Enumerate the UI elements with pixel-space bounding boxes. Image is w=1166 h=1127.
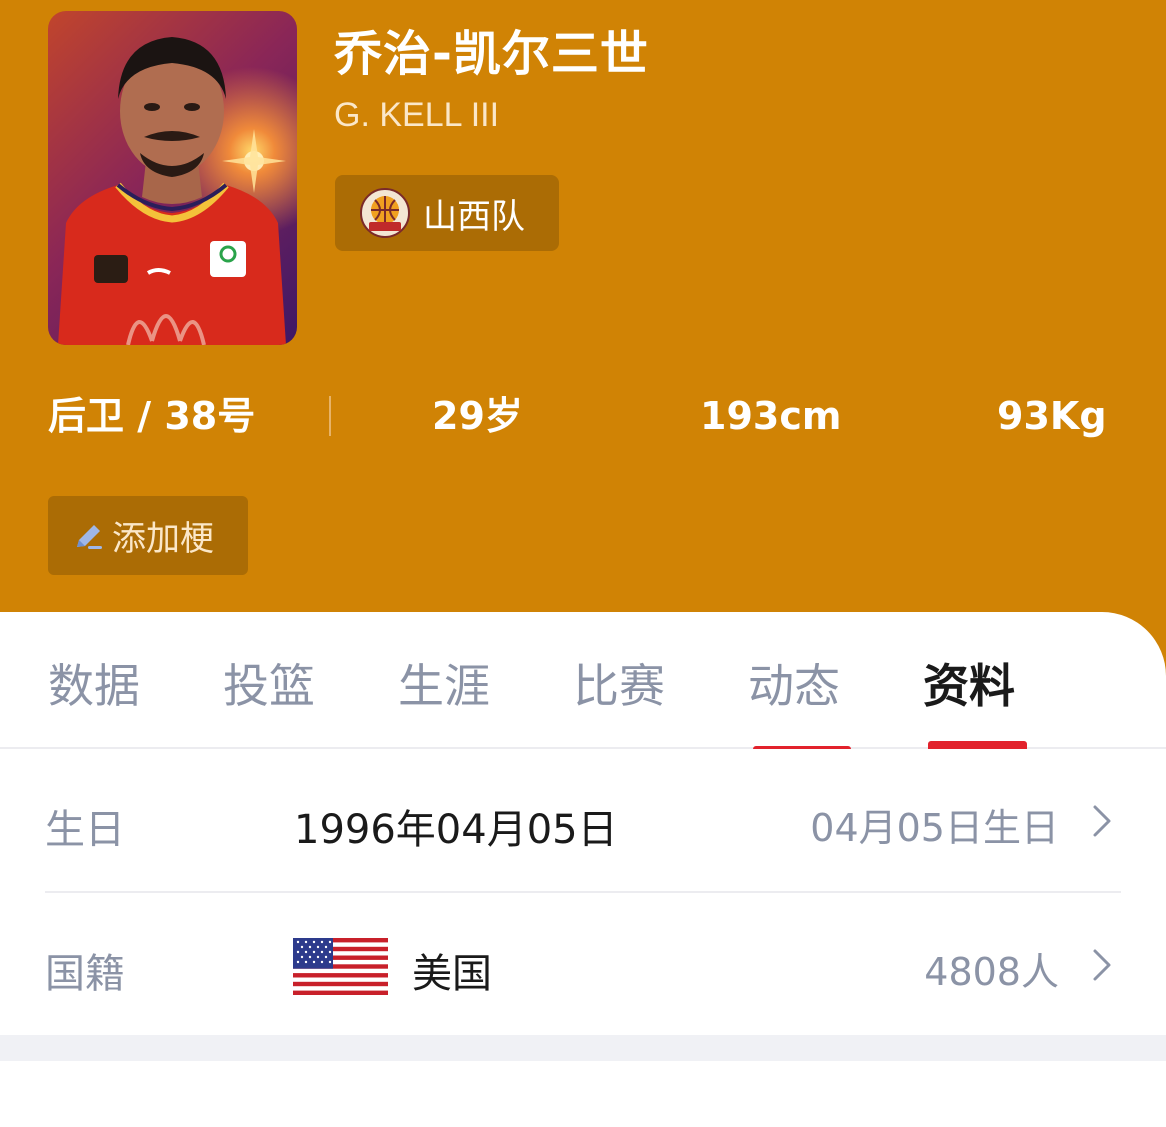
add-tag-label: 添加梗 [112, 519, 214, 559]
player-name-cn: 乔治-凯尔三世 [334, 26, 649, 82]
tab-career[interactable]: 生涯 [398, 650, 490, 716]
tab-matches[interactable]: 比赛 [573, 650, 665, 716]
team-logo-icon [360, 188, 410, 238]
tab-data[interactable]: 数据 [48, 650, 140, 716]
position-number: 后卫 / 38号 [48, 394, 256, 438]
birthday-row[interactable]: 生日 1996年04月05日 04月05日生日 [45, 751, 1121, 893]
tab-profile[interactable]: 资料 [923, 650, 1015, 716]
tab-indicator-previous [753, 746, 851, 749]
tab-shooting[interactable]: 投篮 [223, 650, 315, 716]
player-stats: 后卫 / 38号 29岁 193cm 93Kg [0, 388, 1166, 444]
team-chip[interactable]: 山西队 [335, 175, 559, 251]
birthday-link[interactable]: 04月05日生日 [810, 797, 1059, 852]
nationality-label: 国籍 [45, 951, 125, 997]
age: 29岁 [432, 394, 523, 438]
stats-divider [329, 396, 331, 436]
nationality-count-link[interactable]: 4808人 [924, 941, 1059, 996]
pencil-icon [77, 524, 102, 549]
player-photo [48, 11, 297, 345]
player-name-en: G. KELL III [334, 96, 500, 134]
tab-news[interactable]: 动态 [748, 650, 840, 716]
tab-bar: 数据 投篮 生涯 比赛 动态 资料 [0, 612, 1166, 749]
height: 193cm [700, 394, 842, 438]
weight: 93Kg [997, 394, 1107, 438]
chevron-right-icon [1093, 949, 1111, 981]
us-flag-icon [293, 938, 388, 995]
player-header: 乔治-凯尔三世 G. KELL III 山西队 后卫 / 38号 29岁 193… [0, 0, 1166, 680]
nationality-row[interactable]: 国籍 美国 4808人 [45, 895, 1121, 1037]
nationality-value: 美国 [412, 951, 492, 997]
birthday-label: 生日 [45, 807, 125, 853]
tab-indicator-active [928, 741, 1027, 749]
section-divider [0, 1035, 1166, 1061]
add-tag-button[interactable]: 添加梗 [48, 496, 248, 575]
team-name: 山西队 [423, 196, 525, 237]
chevron-right-icon [1093, 805, 1111, 837]
birthday-value: 1996年04月05日 [294, 807, 618, 853]
